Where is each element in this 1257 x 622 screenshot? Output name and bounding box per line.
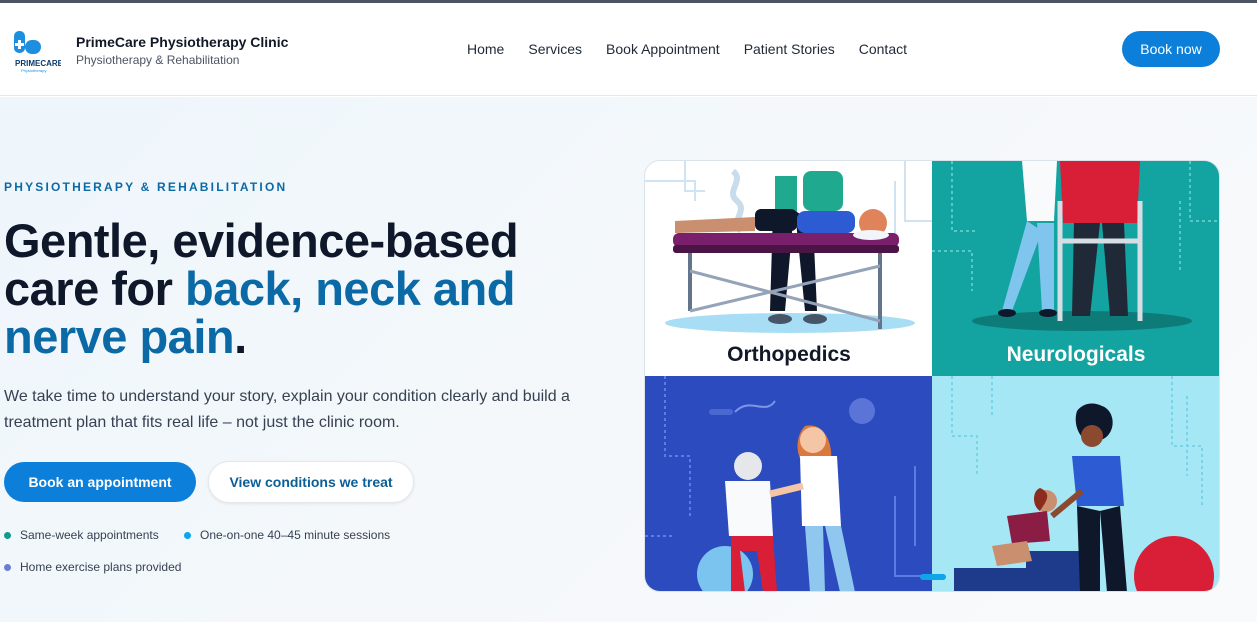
nav-patient-stories[interactable]: Patient Stories [744, 41, 835, 57]
tile-pediatric-therapy[interactable] [932, 376, 1219, 591]
tile-neurologicals[interactable]: Neurologicals [932, 161, 1219, 377]
bullet-dot [184, 531, 191, 539]
book-appointment-button[interactable]: Book an appointment [4, 462, 196, 502]
brand-name[interactable]: PrimeCare Physiotherapy Clinic [76, 34, 288, 50]
hero-eyebrow: PHYSIOTHERAPY & REHABILITATION [4, 180, 288, 194]
site-header: PRIMECARE Physiotherapy PrimeCare Physio… [0, 3, 1257, 96]
bullet-dot [4, 563, 11, 571]
tile-label: Neurologicals [1006, 343, 1146, 366]
exercise-therapy-illustration [645, 376, 933, 591]
hero-headline: Gentle, evidence-based care for back, ne… [4, 217, 604, 361]
clinic-logo[interactable]: PRIMECARE Physiotherapy [11, 26, 64, 74]
nav-contact[interactable]: Contact [859, 41, 907, 57]
hero-section: PHYSIOTHERAPY & REHABILITATION Gentle, e… [0, 97, 1257, 622]
headline-period: . [234, 310, 247, 363]
tile-label: Orthopedics [727, 343, 851, 366]
svg-text:PRIMECARE: PRIMECARE [15, 59, 61, 68]
feature-item: Same-week appointments [4, 528, 159, 542]
hero-description: We take time to understand your story, e… [4, 388, 570, 431]
book-now-button[interactable]: Book now [1122, 31, 1220, 67]
nav-book-appointment[interactable]: Book Appointment [606, 41, 720, 57]
main-nav: Home Services Book Appointment Patient S… [467, 41, 907, 57]
feature-item: Home exercise plans provided [4, 560, 181, 574]
tile-orthopedics[interactable]: Orthopedics [645, 161, 933, 377]
tile-exercise-therapy[interactable] [645, 376, 933, 591]
feature-item: One-on-one 40–45 minute sessions [184, 528, 390, 542]
bullet-dot [4, 531, 11, 539]
brand-tagline: Physiotherapy & Rehabilitation [76, 53, 240, 67]
nav-home[interactable]: Home [467, 41, 504, 57]
feature-text: Home exercise plans provided [20, 560, 182, 574]
carousel-indicator-active[interactable] [920, 574, 946, 580]
nav-services[interactable]: Services [528, 41, 582, 57]
feature-text: Same-week appointments [20, 528, 159, 542]
svg-text:Physiotherapy: Physiotherapy [21, 68, 46, 73]
pediatric-therapy-illustration [951, 376, 1214, 591]
feature-text: One-on-one 40–45 minute sessions [200, 528, 391, 542]
services-carousel[interactable]: Orthopedics Neurologicals [644, 160, 1220, 592]
view-conditions-button[interactable]: View conditions we treat [208, 461, 414, 503]
